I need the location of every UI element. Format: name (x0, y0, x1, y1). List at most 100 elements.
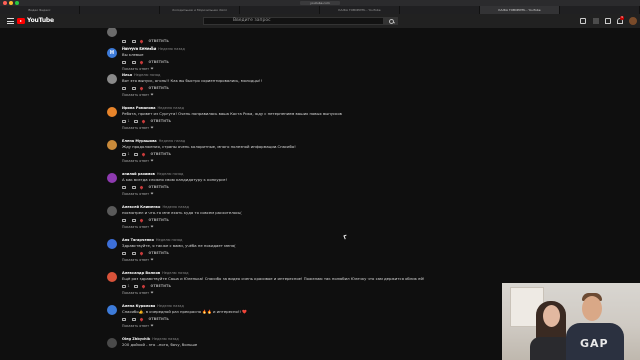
dislike-icon[interactable] (131, 317, 136, 321)
like-icon[interactable] (122, 251, 126, 255)
comment-time[interactable]: Неделю назад (156, 238, 183, 242)
commenter-avatar[interactable] (107, 206, 117, 216)
author-name[interactable]: Александр Волков (122, 271, 160, 275)
like-icon[interactable] (122, 152, 126, 156)
comment-time[interactable]: Неделю назад (162, 271, 189, 275)
dislike-icon[interactable] (131, 251, 136, 255)
heart-icon[interactable] (138, 250, 144, 256)
author-name[interactable]: Аня Тягарченко (122, 238, 154, 242)
heart-icon[interactable] (138, 85, 144, 91)
browser-tab[interactable] (80, 6, 160, 14)
browser-tab[interactable] (240, 6, 320, 14)
show-replies-button[interactable]: Показать ответ (122, 92, 154, 98)
search-button[interactable] (384, 17, 398, 25)
comment-time[interactable]: Неделю назад (162, 205, 189, 209)
author-name[interactable]: Илья (122, 73, 132, 77)
commenter-avatar[interactable] (107, 74, 117, 84)
comment-time[interactable]: Неделю назад (157, 172, 184, 176)
reply-button[interactable]: ОТВЕТИТЬ (149, 60, 170, 64)
author-name[interactable]: Ирина Романова (122, 106, 155, 110)
show-replies-button[interactable]: Показать ответ (122, 290, 154, 296)
reply-button[interactable]: ОТВЕТИТЬ (149, 218, 170, 222)
dislike-icon[interactable] (131, 218, 136, 222)
like-icon[interactable] (122, 185, 126, 189)
commenter-avatar[interactable] (107, 305, 117, 315)
comment-time[interactable]: Неделю назад (157, 106, 184, 110)
commenter-avatar[interactable] (107, 272, 117, 282)
heart-icon[interactable] (138, 316, 144, 322)
youtube-logo-icon[interactable] (17, 18, 25, 24)
browser-tab[interactable]: Холодильник и Морозильник Хёлл (160, 6, 240, 14)
comment-author[interactable] (122, 28, 124, 31)
browser-tab[interactable]: КАЖА ГОВОРИТЬ - YouTube (320, 6, 400, 14)
like-icon[interactable] (122, 86, 126, 90)
reply-button[interactable]: ОТВЕТИТЬ (149, 39, 170, 43)
apps-grid-icon[interactable] (593, 18, 599, 24)
author-name[interactable]: Настуся Белевой (122, 47, 156, 51)
maximize-window-icon[interactable] (15, 1, 19, 5)
heart-icon[interactable] (140, 118, 146, 124)
dislike-icon[interactable] (131, 185, 136, 189)
like-icon[interactable] (122, 284, 126, 288)
heart-icon[interactable] (138, 184, 144, 190)
youtube-brand[interactable]: YouTube (27, 17, 54, 25)
commenter-avatar[interactable] (107, 28, 117, 37)
account-avatar[interactable] (629, 17, 637, 25)
author-name[interactable]: анилай рахимов (122, 172, 155, 176)
reply-button[interactable]: ОТВЕТИТЬ (149, 317, 170, 321)
video-upload-icon[interactable] (580, 18, 586, 24)
dislike-icon[interactable] (131, 86, 136, 90)
comment-time[interactable]: Неделю назад (158, 47, 185, 51)
search-input[interactable]: Введите запрос (203, 17, 384, 25)
like-icon[interactable] (122, 119, 126, 123)
like-icon[interactable] (122, 60, 126, 64)
comment-time[interactable]: Неделю назад (152, 337, 179, 341)
reply-button[interactable]: ОТВЕТИТЬ (149, 86, 170, 90)
dislike-icon[interactable] (133, 284, 138, 288)
address-bar[interactable]: youtube.com (300, 1, 340, 5)
browser-tab[interactable] (400, 6, 480, 14)
commenter-avatar[interactable] (107, 107, 117, 117)
reply-button[interactable]: ОТВЕТИТЬ (151, 284, 172, 288)
author-name[interactable]: Oleg Zhbychik (122, 337, 150, 341)
heart-icon[interactable] (138, 59, 144, 65)
heart-icon[interactable] (140, 283, 146, 289)
browser-tab[interactable] (560, 6, 640, 14)
dislike-icon[interactable] (133, 119, 138, 123)
heart-icon[interactable] (138, 38, 144, 44)
messages-icon[interactable] (605, 18, 611, 24)
close-window-icon[interactable] (3, 1, 7, 5)
reply-button[interactable]: ОТВЕТИТЬ (151, 152, 172, 156)
author-name[interactable]: Алена Курилова (122, 304, 155, 308)
dislike-icon[interactable] (131, 39, 136, 43)
dislike-icon[interactable] (131, 60, 136, 64)
show-replies-button[interactable]: Показать ответ (122, 125, 154, 131)
heart-icon[interactable] (138, 217, 144, 223)
show-replies-button[interactable]: Показать ответ (122, 257, 154, 263)
commenter-avatar[interactable] (107, 140, 117, 150)
hamburger-menu-icon[interactable] (7, 18, 14, 24)
commenter-avatar[interactable] (107, 239, 117, 249)
reply-button[interactable]: ОТВЕТИТЬ (149, 251, 170, 255)
show-replies-button[interactable]: Показать ответ (122, 158, 154, 164)
commenter-avatar[interactable] (107, 338, 117, 348)
heart-icon[interactable] (140, 151, 146, 157)
commenter-avatar[interactable] (107, 173, 117, 183)
browser-tab[interactable]: КАЖА ГОВОРИТЬ - YouTube (480, 6, 560, 14)
author-name[interactable]: Алексей Клименко (122, 205, 160, 209)
comment-time[interactable]: Неделю назад (157, 304, 184, 308)
show-replies-button[interactable]: Показать ответ (122, 224, 154, 230)
commenter-avatar[interactable]: Н (107, 48, 117, 58)
reply-button[interactable]: ОТВЕТИТЬ (151, 119, 172, 123)
show-replies-button[interactable]: Показать ответ (122, 66, 154, 72)
browser-tab[interactable]: Видео Яндекс (0, 6, 80, 14)
show-replies-button[interactable]: Показать ответ (122, 191, 154, 197)
like-icon[interactable] (122, 317, 126, 321)
show-replies-button[interactable]: Показать ответ (122, 323, 154, 329)
like-icon[interactable] (122, 39, 126, 43)
comment-time[interactable]: Неделю назад (159, 139, 186, 143)
minimize-window-icon[interactable] (9, 1, 13, 5)
dislike-icon[interactable] (133, 152, 138, 156)
comment-time[interactable]: Неделю назад (134, 73, 161, 77)
reply-button[interactable]: ОТВЕТИТЬ (149, 185, 170, 189)
